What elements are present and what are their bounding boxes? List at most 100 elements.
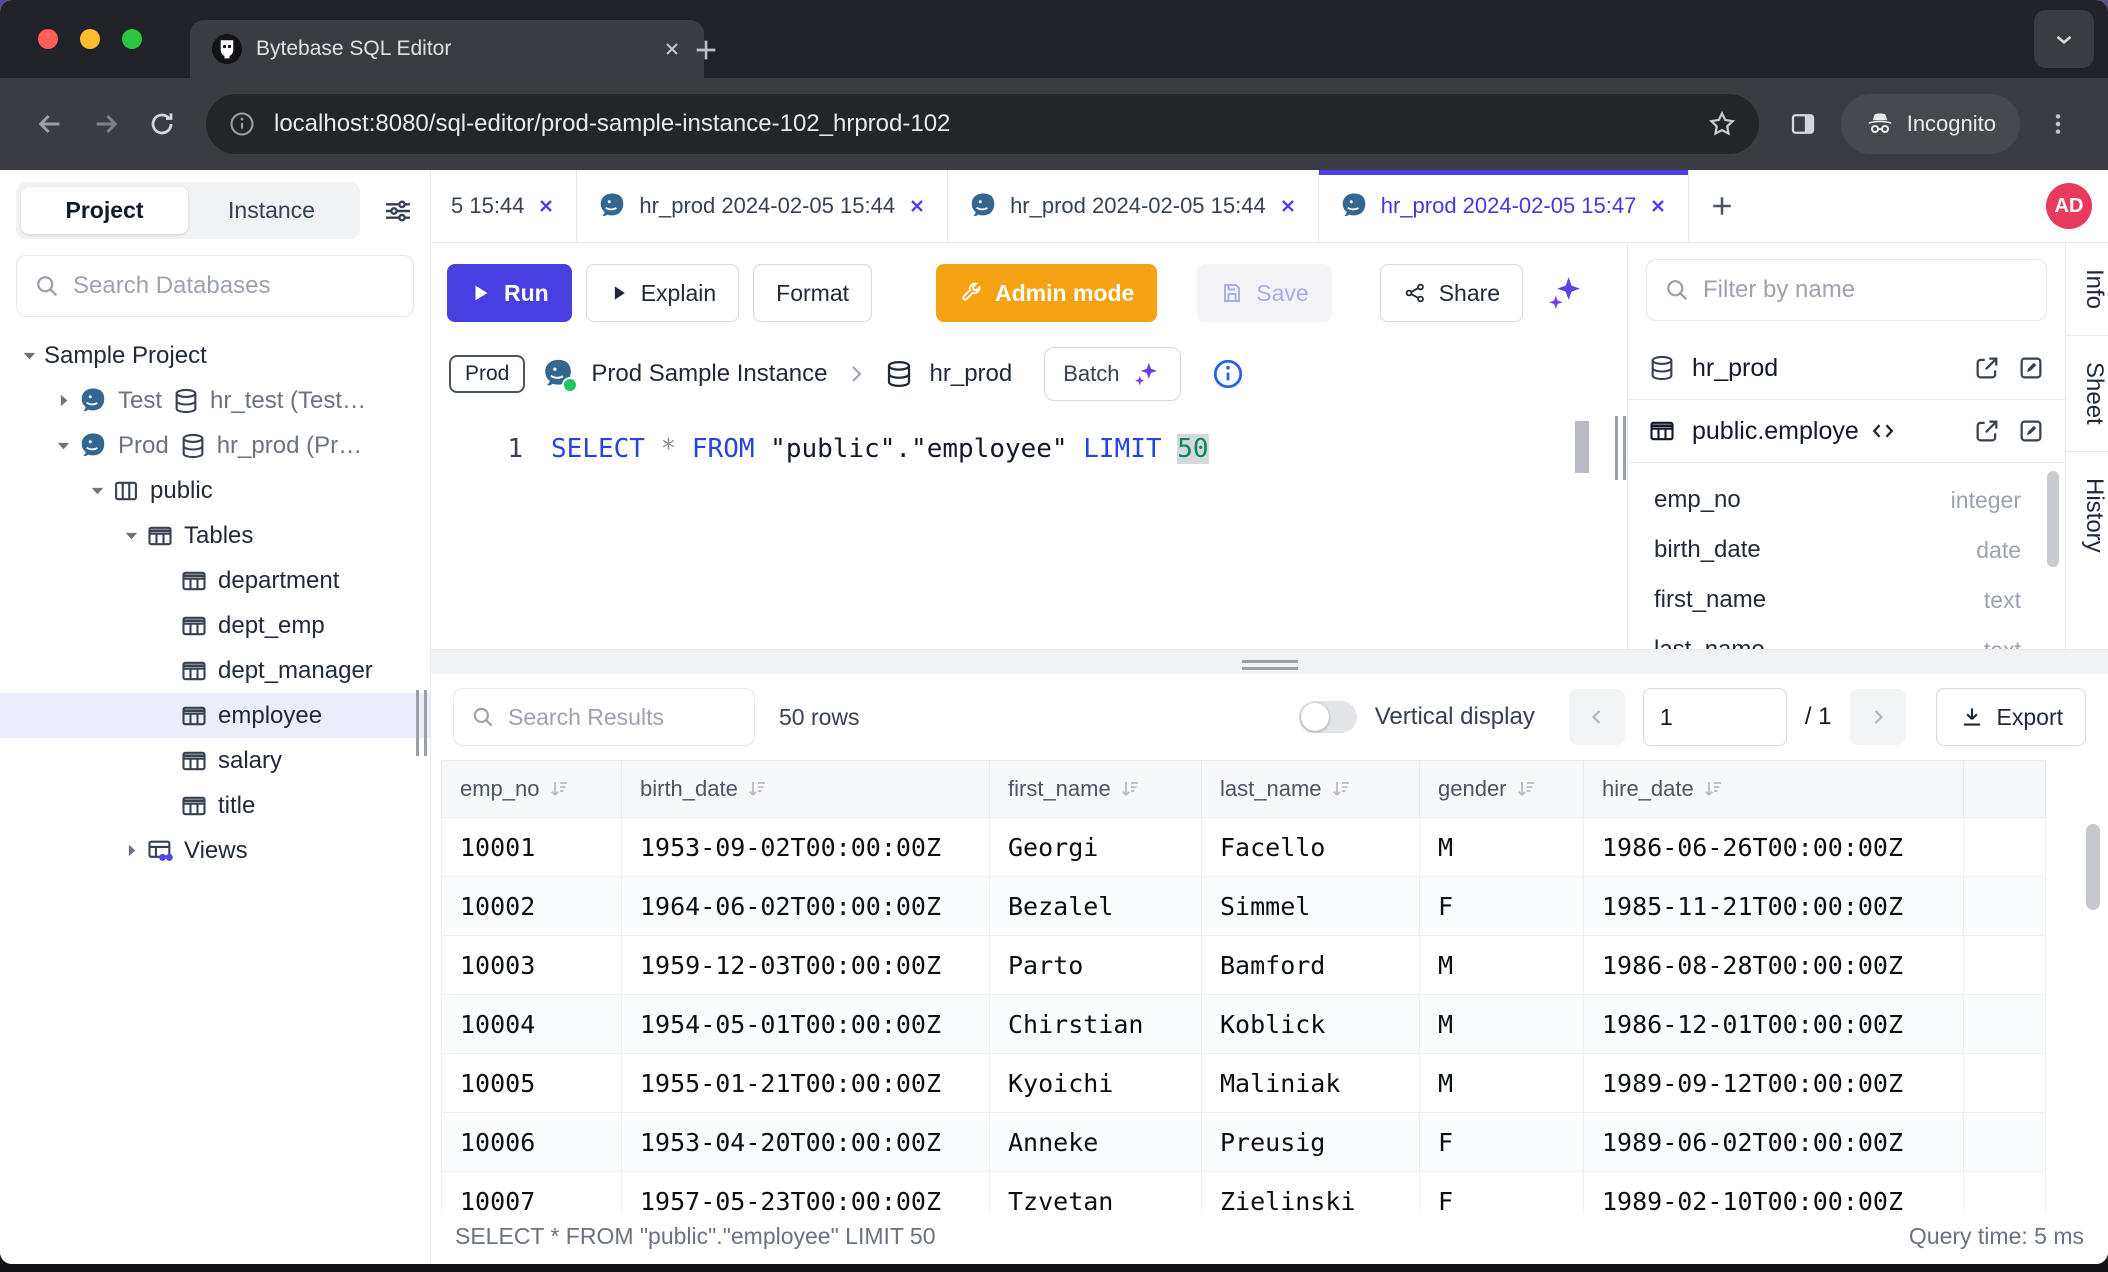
- table-cell[interactable]: 10003: [442, 936, 622, 995]
- sort-icon[interactable]: [548, 778, 570, 800]
- new-tab-button[interactable]: [690, 34, 722, 66]
- rail-tab-info[interactable]: Info: [2066, 243, 2108, 336]
- sidebar-resize-handle[interactable]: [416, 690, 427, 756]
- worksheet-tab-2[interactable]: hr_prod 2024-02-05 15:44: [948, 170, 1319, 242]
- search-results-input[interactable]: Search Results: [453, 688, 755, 746]
- column-row-birth_date[interactable]: birth_datedate: [1628, 525, 2065, 575]
- column-header-birth_date[interactable]: birth_date: [622, 761, 990, 818]
- site-info-icon[interactable]: [228, 110, 256, 138]
- table-cell[interactable]: Chirstian: [990, 995, 1202, 1054]
- add-worksheet-button[interactable]: [1689, 170, 1755, 242]
- next-page-button[interactable]: [1850, 689, 1906, 745]
- tree-item-tables[interactable]: Tables: [0, 513, 430, 558]
- table-row[interactable]: 100021964-06-02T00:00:00ZBezalelSimmelF1…: [442, 877, 2046, 936]
- table-row[interactable]: 100051955-01-21T00:00:00ZKyoichiMaliniak…: [442, 1054, 2046, 1113]
- table-cell[interactable]: F: [1420, 877, 1584, 936]
- table-row[interactable]: 100071957-05-23T00:00:00ZTzvetanZielinsk…: [442, 1172, 2046, 1214]
- table-cell[interactable]: Facello: [1202, 818, 1420, 877]
- schema-table-row[interactable]: public.employe: [1628, 400, 2065, 463]
- close-icon[interactable]: [1278, 196, 1298, 216]
- table-cell[interactable]: 1985-11-21T00:00:00Z: [1584, 877, 1964, 936]
- rail-tab-sheet[interactable]: Sheet: [2066, 336, 2108, 452]
- column-header-last_name[interactable]: last_name: [1202, 761, 1420, 818]
- side-panel-icon[interactable]: [1775, 96, 1831, 152]
- table-cell[interactable]: 1986-08-28T00:00:00Z: [1584, 936, 1964, 995]
- table-cell[interactable]: Anneke: [990, 1113, 1202, 1172]
- table-cell[interactable]: Tzvetan: [990, 1172, 1202, 1214]
- forward-icon[interactable]: [78, 96, 134, 152]
- table-cell[interactable]: 10006: [442, 1113, 622, 1172]
- tree-item-salary[interactable]: salary: [0, 738, 430, 783]
- external-link-icon[interactable]: [1973, 354, 2001, 382]
- table-row[interactable]: 100031959-12-03T00:00:00ZPartoBamfordM19…: [442, 936, 2046, 995]
- column-row-emp_no[interactable]: emp_nointeger: [1628, 475, 2065, 525]
- worksheet-tab-3[interactable]: hr_prod 2024-02-05 15:47: [1319, 170, 1690, 242]
- table-cell[interactable]: Kyoichi: [990, 1054, 1202, 1113]
- column-header-emp_no[interactable]: emp_no: [442, 761, 622, 818]
- table-cell[interactable]: 1989-02-10T00:00:00Z: [1584, 1172, 1964, 1214]
- sql-editor[interactable]: 1 SELECT * FROM "public"."employee" LIMI…: [431, 417, 1613, 649]
- ai-sparkles-icon[interactable]: [1545, 272, 1587, 314]
- reload-icon[interactable]: [134, 96, 190, 152]
- column-list-scrollbar[interactable]: [2047, 471, 2059, 567]
- table-cell[interactable]: 10007: [442, 1172, 622, 1214]
- table-cell[interactable]: Koblick: [1202, 995, 1420, 1054]
- save-button[interactable]: Save: [1197, 264, 1331, 322]
- prev-page-button[interactable]: [1569, 689, 1625, 745]
- table-cell[interactable]: F: [1420, 1172, 1584, 1214]
- table-row[interactable]: 100011953-09-02T00:00:00ZGeorgiFacelloM1…: [442, 818, 2046, 877]
- worksheet-tab-0[interactable]: 5 15:44: [431, 170, 577, 242]
- tree-item-dept_emp[interactable]: dept_emp: [0, 603, 430, 648]
- table-cell[interactable]: 1989-06-02T00:00:00Z: [1584, 1113, 1964, 1172]
- user-avatar[interactable]: AD: [2046, 183, 2092, 229]
- share-button[interactable]: Share: [1380, 264, 1523, 322]
- explain-button[interactable]: Explain: [586, 264, 739, 322]
- table-cell[interactable]: Georgi: [990, 818, 1202, 877]
- table-cell[interactable]: 10002: [442, 877, 622, 936]
- edit-icon[interactable]: [2017, 417, 2045, 445]
- table-cell[interactable]: Parto: [990, 936, 1202, 995]
- run-button[interactable]: Run: [447, 264, 572, 322]
- column-header-gender[interactable]: gender: [1420, 761, 1584, 818]
- vertical-display-toggle[interactable]: [1299, 701, 1357, 733]
- browser-menu-kebab-icon[interactable]: [2030, 96, 2086, 152]
- tree-item-public[interactable]: public: [0, 468, 430, 513]
- page-number-input[interactable]: 1: [1643, 688, 1787, 746]
- tree-item-hr_testtest[interactable]: Testhr_test (Test…: [0, 378, 430, 423]
- tree-item-employee[interactable]: employee: [0, 693, 430, 738]
- results-scrollbar[interactable]: [2086, 824, 2100, 910]
- column-row-last_name[interactable]: last_nametext: [1628, 625, 2065, 649]
- table-cell[interactable]: 10005: [442, 1054, 622, 1113]
- info-circle-icon[interactable]: [1211, 357, 1245, 391]
- filter-settings-icon[interactable]: [382, 195, 414, 227]
- table-cell[interactable]: Maliniak: [1202, 1054, 1420, 1113]
- tab-search-chevron-button[interactable]: [2034, 10, 2094, 68]
- back-icon[interactable]: [22, 96, 78, 152]
- table-row[interactable]: 100061953-04-20T00:00:00ZAnnekePreusigF1…: [442, 1113, 2046, 1172]
- results-splitter[interactable]: [431, 649, 2108, 674]
- rail-tab-history[interactable]: History: [2066, 452, 2108, 579]
- database-name[interactable]: hr_prod: [930, 360, 1013, 388]
- table-cell[interactable]: Bezalel: [990, 877, 1202, 936]
- table-cell[interactable]: 1964-06-02T00:00:00Z: [622, 877, 990, 936]
- tree-item-sampleproject[interactable]: Sample Project: [0, 333, 430, 378]
- table-cell[interactable]: M: [1420, 995, 1584, 1054]
- table-cell[interactable]: 1953-04-20T00:00:00Z: [622, 1113, 990, 1172]
- tree-item-dept_manager[interactable]: dept_manager: [0, 648, 430, 693]
- minimize-window-button[interactable]: [80, 29, 100, 49]
- table-cell[interactable]: Preusig: [1202, 1113, 1420, 1172]
- editor-scrollbar[interactable]: [1575, 421, 1589, 473]
- maximize-window-button[interactable]: [122, 29, 142, 49]
- column-header-first_name[interactable]: first_name: [990, 761, 1202, 818]
- batch-button[interactable]: Batch: [1044, 347, 1180, 401]
- worksheet-tab-1[interactable]: hr_prod 2024-02-05 15:44: [577, 170, 948, 242]
- admin-mode-button[interactable]: Admin mode: [936, 264, 1157, 322]
- bookmark-star-icon[interactable]: [1707, 109, 1737, 139]
- table-cell[interactable]: Zielinski: [1202, 1172, 1420, 1214]
- table-cell[interactable]: 1986-12-01T00:00:00Z: [1584, 995, 1964, 1054]
- table-cell[interactable]: 1957-05-23T00:00:00Z: [622, 1172, 990, 1214]
- sort-icon[interactable]: [1330, 778, 1352, 800]
- browser-tab[interactable]: Bytebase SQL Editor: [190, 20, 704, 78]
- schema-database-row[interactable]: hr_prod: [1628, 337, 2065, 400]
- url-text[interactable]: localhost:8080/sql-editor/prod-sample-in…: [274, 110, 1689, 138]
